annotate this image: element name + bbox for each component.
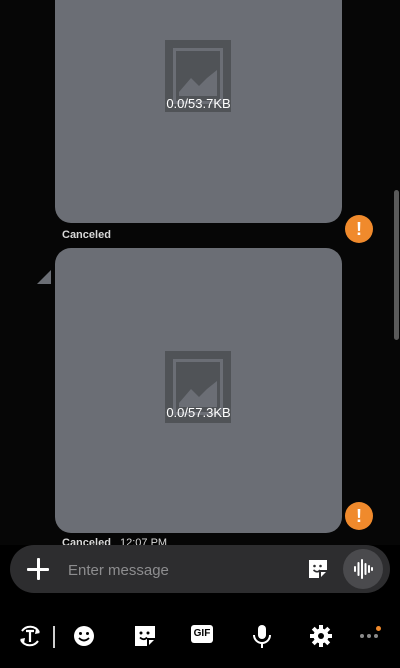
message-status: Canceled <box>62 229 111 241</box>
emoji-icon[interactable] <box>70 622 98 650</box>
bubble-tail <box>37 270 51 284</box>
message-input[interactable] <box>66 557 290 583</box>
message-time: 12:07 PM <box>119 537 168 545</box>
gif-label: GIF <box>191 625 213 643</box>
microphone-icon[interactable] <box>248 622 276 650</box>
voice-button[interactable] <box>343 549 383 589</box>
sticker-icon[interactable] <box>306 557 330 581</box>
translate-icon[interactable] <box>16 622 44 650</box>
message-thread[interactable]: 0.0/53.7KB Canceled ! 0.0/57.3KB ! Cance… <box>0 0 400 545</box>
toolbar-divider <box>53 626 55 648</box>
download-progress-text: 0.0/53.7KB <box>166 96 231 111</box>
scrollbar[interactable] <box>394 190 399 340</box>
status-text: Canceled <box>62 537 111 545</box>
image-message-bubble[interactable]: 0.0/57.3KB <box>55 248 342 533</box>
download-progress-text: 0.0/57.3KB <box>166 405 231 420</box>
error-icon[interactable]: ! <box>345 215 373 243</box>
settings-icon[interactable] <box>307 622 335 650</box>
voice-wave-icon <box>354 559 373 579</box>
image-message-bubble[interactable]: 0.0/53.7KB <box>55 0 342 223</box>
message-composer <box>10 545 390 593</box>
notification-dot <box>376 626 381 631</box>
error-icon[interactable]: ! <box>345 502 373 530</box>
plus-icon[interactable] <box>24 555 52 583</box>
sticker-icon[interactable] <box>131 622 159 650</box>
gif-icon[interactable]: GIF <box>191 622 219 650</box>
input-toolbar: GIF <box>0 600 400 668</box>
message-status: Canceled 12:07 PM <box>62 537 167 545</box>
